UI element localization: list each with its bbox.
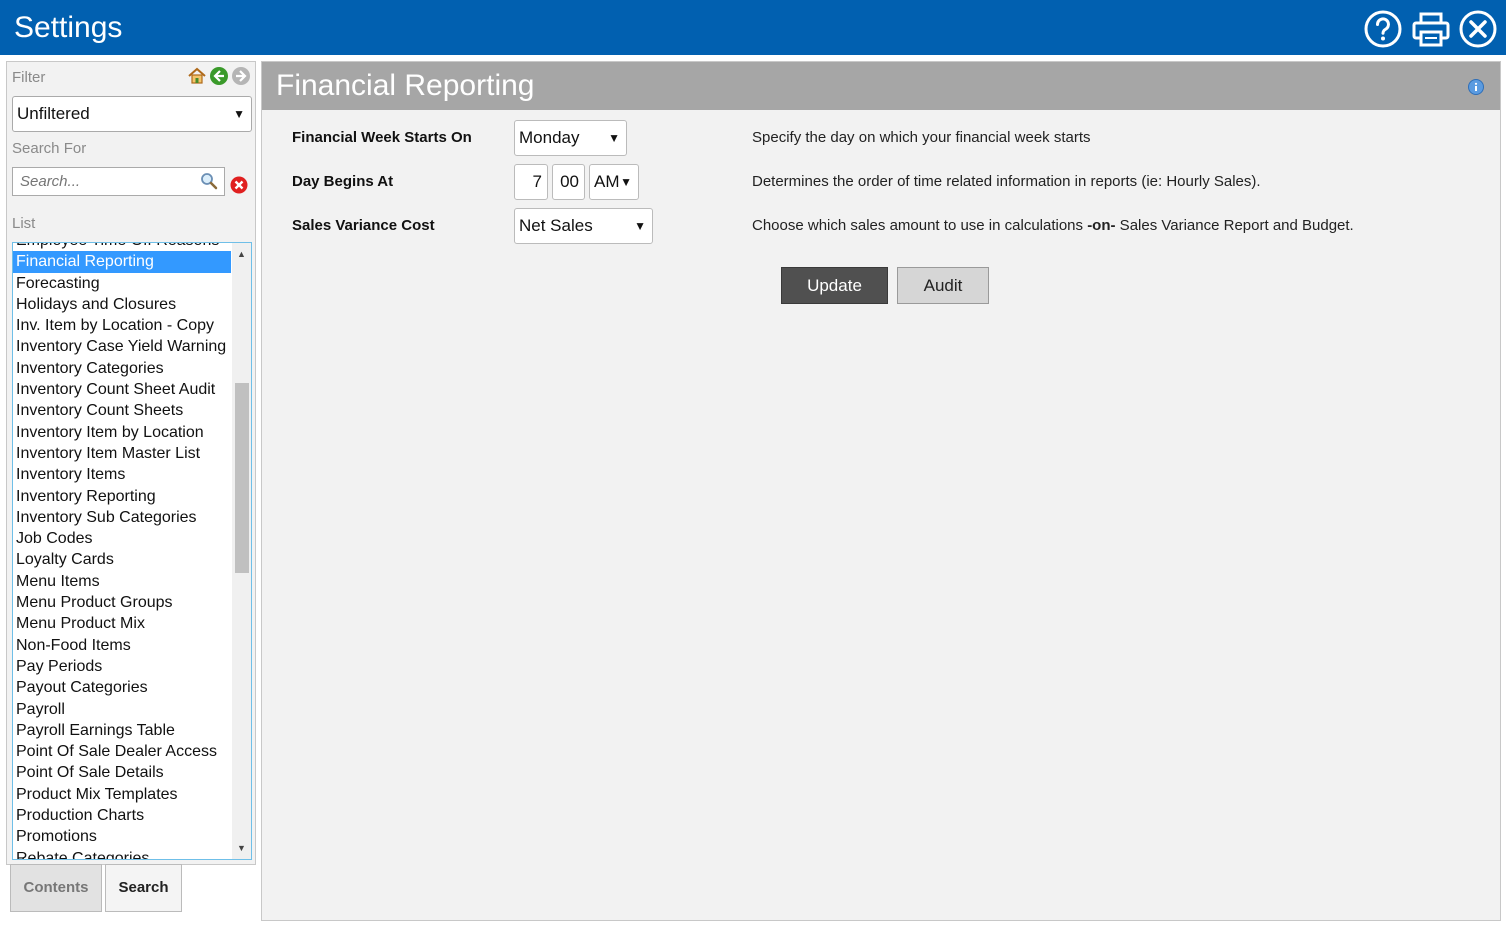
list-item[interactable]: Inventory Item Master List xyxy=(13,443,231,464)
back-icon[interactable] xyxy=(209,66,229,86)
forward-icon[interactable] xyxy=(231,66,251,86)
ampm-select[interactable]: AM ▼ xyxy=(589,164,639,200)
close-icon[interactable] xyxy=(1458,9,1498,49)
week-start-description: Specify the day on which your financial … xyxy=(752,129,1091,146)
list-item[interactable]: Point Of Sale Dealer Access xyxy=(13,741,231,762)
list-item[interactable]: Inventory Items xyxy=(13,464,231,485)
list-items: Employee Time Off ReasonsFinancial Repor… xyxy=(13,243,231,859)
list-item[interactable]: Inv. Item by Location - Copy xyxy=(13,315,231,336)
day-begins-description: Determines the order of time related inf… xyxy=(752,173,1261,190)
scroll-thumb[interactable] xyxy=(235,383,249,573)
tab-contents[interactable]: Contents xyxy=(10,864,102,912)
list-item[interactable]: Promotions xyxy=(13,826,231,847)
app-header: Settings xyxy=(0,0,1506,55)
search-box xyxy=(12,167,225,196)
list-item[interactable]: Non-Food Items xyxy=(13,635,231,656)
audit-button[interactable]: Audit xyxy=(897,267,989,304)
main-panel: Financial Reporting Financial Week Start… xyxy=(261,61,1501,921)
chevron-down-icon: ▼ xyxy=(608,131,620,145)
variance-cost-select[interactable]: Net Sales ▼ xyxy=(514,208,653,244)
list-item[interactable]: Pay Periods xyxy=(13,656,231,677)
list-item[interactable]: Forecasting xyxy=(13,273,231,294)
list-item[interactable]: Inventory Count Sheets xyxy=(13,400,231,421)
filter-value: Unfiltered xyxy=(17,104,90,123)
week-start-select[interactable]: Monday ▼ xyxy=(514,120,627,156)
app-title: Settings xyxy=(14,11,123,44)
scroll-down-icon[interactable]: ▼ xyxy=(232,841,251,855)
list-item[interactable]: Product Mix Templates xyxy=(13,784,231,805)
list-item[interactable]: Menu Product Groups xyxy=(13,592,231,613)
list-item[interactable]: Payout Categories xyxy=(13,677,231,698)
week-start-label: Financial Week Starts On xyxy=(292,129,472,146)
scroll-up-icon[interactable]: ▲ xyxy=(232,247,251,261)
list-item[interactable]: Point Of Sale Details xyxy=(13,762,231,783)
nav-icons xyxy=(187,66,251,86)
chevron-down-icon: ▼ xyxy=(634,219,646,233)
chevron-down-icon: ▼ xyxy=(620,175,632,189)
list-item[interactable]: Inventory Reporting xyxy=(13,486,231,507)
week-start-value: Monday xyxy=(519,128,580,147)
list-item[interactable]: Payroll xyxy=(13,699,231,720)
list-item[interactable]: Rebate Categories xyxy=(13,848,231,859)
list-item[interactable]: Inventory Item by Location xyxy=(13,422,231,443)
minute-input[interactable]: 00 xyxy=(552,164,585,200)
ampm-value: AM xyxy=(594,172,620,191)
variance-desc-text: Choose which sales amount to use in calc… xyxy=(752,217,1088,234)
info-icon[interactable] xyxy=(1468,79,1484,95)
help-icon[interactable] xyxy=(1363,9,1403,49)
variance-desc-emphasis: -on- xyxy=(1087,217,1116,234)
list-item[interactable]: Job Codes xyxy=(13,528,231,549)
list-item[interactable]: Inventory Categories xyxy=(13,358,231,379)
list-item[interactable]: Inventory Case Yield Warning xyxy=(13,336,231,357)
search-input[interactable] xyxy=(13,168,193,195)
list-label: List xyxy=(12,215,36,232)
list-item[interactable]: Payroll Earnings Table xyxy=(13,720,231,741)
tab-search[interactable]: Search xyxy=(105,864,182,912)
list-item[interactable]: Production Charts xyxy=(13,805,231,826)
day-begins-label: Day Begins At xyxy=(292,173,394,190)
home-icon[interactable] xyxy=(187,66,207,86)
variance-cost-label: Sales Variance Cost xyxy=(292,217,435,234)
settings-sidebar: Filter Unfiltered ▼ Search For List Empl… xyxy=(6,61,256,865)
filter-select[interactable]: Unfiltered ▼ xyxy=(12,96,252,132)
list-item[interactable]: Holidays and Closures xyxy=(13,294,231,315)
hour-input[interactable]: 7 xyxy=(514,164,548,200)
search-label: Search For xyxy=(12,140,87,157)
print-icon[interactable] xyxy=(1411,9,1451,49)
settings-list[interactable]: Employee Time Off ReasonsFinancial Repor… xyxy=(12,242,252,860)
variance-cost-description: Choose which sales amount to use in calc… xyxy=(752,217,1354,234)
variance-desc-text-end: Sales Variance Report and Budget. xyxy=(1115,217,1354,234)
filter-label: Filter xyxy=(12,69,46,86)
list-item[interactable]: Menu Items xyxy=(13,571,231,592)
list-item[interactable]: Inventory Count Sheet Audit xyxy=(13,379,231,400)
list-item[interactable]: Employee Time Off Reasons xyxy=(13,243,231,251)
clear-search-icon[interactable] xyxy=(230,176,248,194)
chevron-down-icon: ▼ xyxy=(233,107,245,121)
update-button[interactable]: Update xyxy=(781,267,888,304)
list-item[interactable]: Loyalty Cards xyxy=(13,549,231,570)
variance-cost-value: Net Sales xyxy=(519,216,593,235)
list-item[interactable]: Menu Product Mix xyxy=(13,613,231,634)
list-scrollbar[interactable]: ▲ ▼ xyxy=(232,243,251,859)
panel-header: Financial Reporting xyxy=(262,62,1500,110)
search-icon[interactable] xyxy=(200,172,218,195)
list-item[interactable]: Financial Reporting xyxy=(13,251,231,273)
list-item[interactable]: Inventory Sub Categories xyxy=(13,507,231,528)
page-title: Financial Reporting xyxy=(276,69,535,102)
